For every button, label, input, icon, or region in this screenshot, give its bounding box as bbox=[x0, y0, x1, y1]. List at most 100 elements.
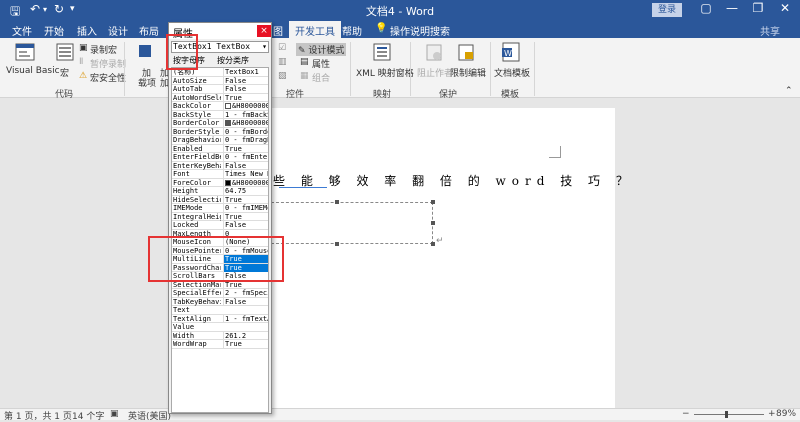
restore-button[interactable]: ❐ bbox=[748, 1, 768, 15]
tab-layout[interactable]: 布局 bbox=[139, 23, 159, 38]
property-value[interactable]: 261.2 bbox=[223, 331, 268, 340]
property-row[interactable]: Enabled True bbox=[172, 144, 268, 153]
property-row[interactable]: EnterFieldBeh0 - fmEnterF bbox=[172, 153, 268, 162]
tab-developer[interactable]: 开发工具 bbox=[289, 21, 341, 38]
property-name: Height bbox=[173, 187, 199, 195]
resize-handle[interactable] bbox=[431, 200, 435, 204]
close-button[interactable]: ✕ bbox=[775, 1, 795, 15]
properties-button[interactable]: 属性 bbox=[312, 57, 330, 70]
zoom-level[interactable]: 89% bbox=[776, 409, 796, 419]
property-row[interactable]: IMEMode 0 - fmIMEMod bbox=[172, 204, 268, 213]
property-value[interactable]: True bbox=[223, 195, 268, 204]
property-row[interactable]: SpecialEffect2 - fmSpecia bbox=[172, 289, 268, 298]
tab-picture[interactable]: 图 bbox=[273, 23, 283, 38]
record-macro-icon: ▣ bbox=[79, 43, 88, 53]
property-row[interactable]: Width 261.2 bbox=[172, 331, 268, 340]
macros-button[interactable]: 宏 bbox=[60, 66, 69, 79]
properties-close-button[interactable]: × bbox=[257, 25, 271, 37]
property-value[interactable]: True bbox=[223, 93, 268, 102]
tell-me-search[interactable]: 操作说明搜索 bbox=[390, 23, 450, 38]
property-value[interactable]: 0 - fmEnterF bbox=[223, 153, 268, 161]
property-value[interactable]: &H80000008 bbox=[223, 178, 268, 187]
word-count[interactable]: 14 个字 bbox=[72, 409, 104, 422]
property-value[interactable]: 0 - fmIMEMod bbox=[223, 204, 268, 212]
property-row[interactable]: BackColor&H80000005 bbox=[172, 102, 268, 111]
ribbon-display-options-icon[interactable]: ▢ bbox=[696, 1, 716, 15]
control-icon-1[interactable]: ☑ bbox=[278, 43, 286, 53]
property-value[interactable]: False bbox=[223, 76, 268, 85]
property-value[interactable]: TextBox1 bbox=[223, 68, 268, 76]
minimize-button[interactable]: — bbox=[722, 1, 742, 15]
tab-home[interactable]: 开始 bbox=[44, 23, 64, 38]
property-row[interactable]: TextAlign 1 - fmTextAl bbox=[172, 314, 268, 323]
property-value[interactable]: 64.75 bbox=[223, 187, 268, 195]
login-button[interactable]: 登录 bbox=[652, 3, 682, 17]
language[interactable]: 英语(美国) bbox=[128, 409, 171, 422]
proofing-icon[interactable]: ▣ bbox=[110, 409, 119, 419]
document-text-line[interactable]: 些 能 够 效 率 翻 倍 的 word 技 巧 ？ bbox=[273, 172, 634, 189]
document-template-button[interactable]: 文档模板 bbox=[494, 66, 530, 79]
zoom-out-button[interactable]: − bbox=[682, 409, 690, 419]
property-row[interactable]: AutoWordSelectTrue bbox=[172, 93, 268, 102]
property-row[interactable]: WordWrap True bbox=[172, 340, 268, 349]
property-row[interactable]: TabKeyBehavioFalse bbox=[172, 297, 268, 306]
property-row[interactable]: HideSelectionTrue bbox=[172, 195, 268, 204]
property-row[interactable]: BorderColor&H80000006 bbox=[172, 119, 268, 128]
page-count[interactable]: 第 1 页，共 1 页 bbox=[4, 409, 72, 422]
pause-recording-button[interactable]: 暂停录制 bbox=[90, 57, 126, 70]
property-row[interactable]: DragBehavior0 - fmDragBe bbox=[172, 136, 268, 145]
property-row[interactable]: Font Times New Ro bbox=[172, 170, 268, 179]
xml-mapping-pane-button[interactable]: XML 映射窗格 bbox=[356, 66, 414, 79]
property-row[interactable]: Text bbox=[172, 306, 268, 315]
control-icon-3[interactable]: ▧ bbox=[278, 71, 287, 81]
tab-file[interactable]: 文件 bbox=[12, 23, 32, 38]
property-row[interactable]: IntegralHeighTrue bbox=[172, 212, 268, 221]
zoom-slider-thumb[interactable] bbox=[725, 411, 728, 418]
property-row[interactable]: Value bbox=[172, 323, 268, 332]
property-value[interactable]: False bbox=[223, 297, 268, 306]
property-value[interactable]: True bbox=[223, 212, 268, 221]
property-row[interactable]: ForeColor&H80000008 bbox=[172, 178, 268, 187]
property-value[interactable]: False bbox=[223, 221, 268, 229]
restrict-editing-button[interactable]: 限制编辑 bbox=[450, 66, 486, 79]
zoom-slider[interactable] bbox=[694, 414, 764, 415]
property-value[interactable]: 0 - fmDragBe bbox=[223, 136, 268, 144]
share-button[interactable]: 共享 bbox=[760, 23, 780, 38]
property-value[interactable]: 2 - fmSpecia bbox=[223, 289, 268, 297]
block-authors-button[interactable]: 阻止作者 bbox=[417, 66, 453, 79]
design-mode-button[interactable]: ✎ 设计模式 bbox=[296, 43, 347, 56]
property-row[interactable]: BackStyle 1 - fmBackSt bbox=[172, 110, 268, 119]
textbox-control[interactable] bbox=[271, 202, 433, 244]
property-row[interactable]: AutoTab False bbox=[172, 85, 268, 94]
property-value[interactable]: &H80000006 bbox=[223, 119, 268, 127]
record-macro-button[interactable]: 录制宏 bbox=[90, 43, 117, 56]
zoom-in-button[interactable]: + bbox=[768, 409, 776, 419]
property-value[interactable]: False bbox=[223, 161, 268, 170]
tab-design[interactable]: 设计 bbox=[108, 23, 128, 38]
property-value[interactable]: False bbox=[223, 85, 268, 93]
property-value[interactable]: 1 - fmTextAl bbox=[223, 314, 268, 323]
property-row[interactable]: AutoSize False bbox=[172, 76, 268, 85]
property-value[interactable]: Times New Ro bbox=[223, 170, 268, 178]
property-row[interactable]: BorderStyle0 - fmBorder bbox=[172, 127, 268, 136]
property-value[interactable]: 1 - fmBackSt bbox=[223, 110, 268, 119]
resize-handle[interactable] bbox=[431, 242, 435, 246]
property-value[interactable]: True bbox=[223, 340, 268, 348]
property-value[interactable]: True bbox=[223, 144, 268, 153]
tab-insert[interactable]: 插入 bbox=[77, 23, 97, 38]
property-value[interactable]: 0 - fmBorder bbox=[223, 127, 268, 136]
resize-handle[interactable] bbox=[335, 200, 339, 204]
resize-handle[interactable] bbox=[431, 221, 435, 225]
group-button[interactable]: 组合 bbox=[312, 71, 330, 84]
property-row[interactable]: EnterKeyBehavFalse bbox=[172, 161, 268, 170]
collapse-ribbon-icon[interactable]: ⌃ bbox=[785, 86, 793, 96]
resize-handle[interactable] bbox=[335, 242, 339, 246]
property-row[interactable]: Height 64.75 bbox=[172, 187, 268, 196]
control-icon-2[interactable]: ▥ bbox=[278, 57, 287, 67]
property-value[interactable]: &H80000005 bbox=[223, 102, 268, 110]
tab-categorized[interactable]: 按分类序 bbox=[217, 55, 249, 66]
tab-help[interactable]: 帮助 bbox=[342, 23, 362, 38]
property-row[interactable]: Locked False bbox=[172, 221, 268, 230]
visual-basic-button[interactable]: Visual Basic bbox=[6, 66, 60, 76]
macro-security-button[interactable]: 宏安全性 bbox=[90, 71, 126, 84]
